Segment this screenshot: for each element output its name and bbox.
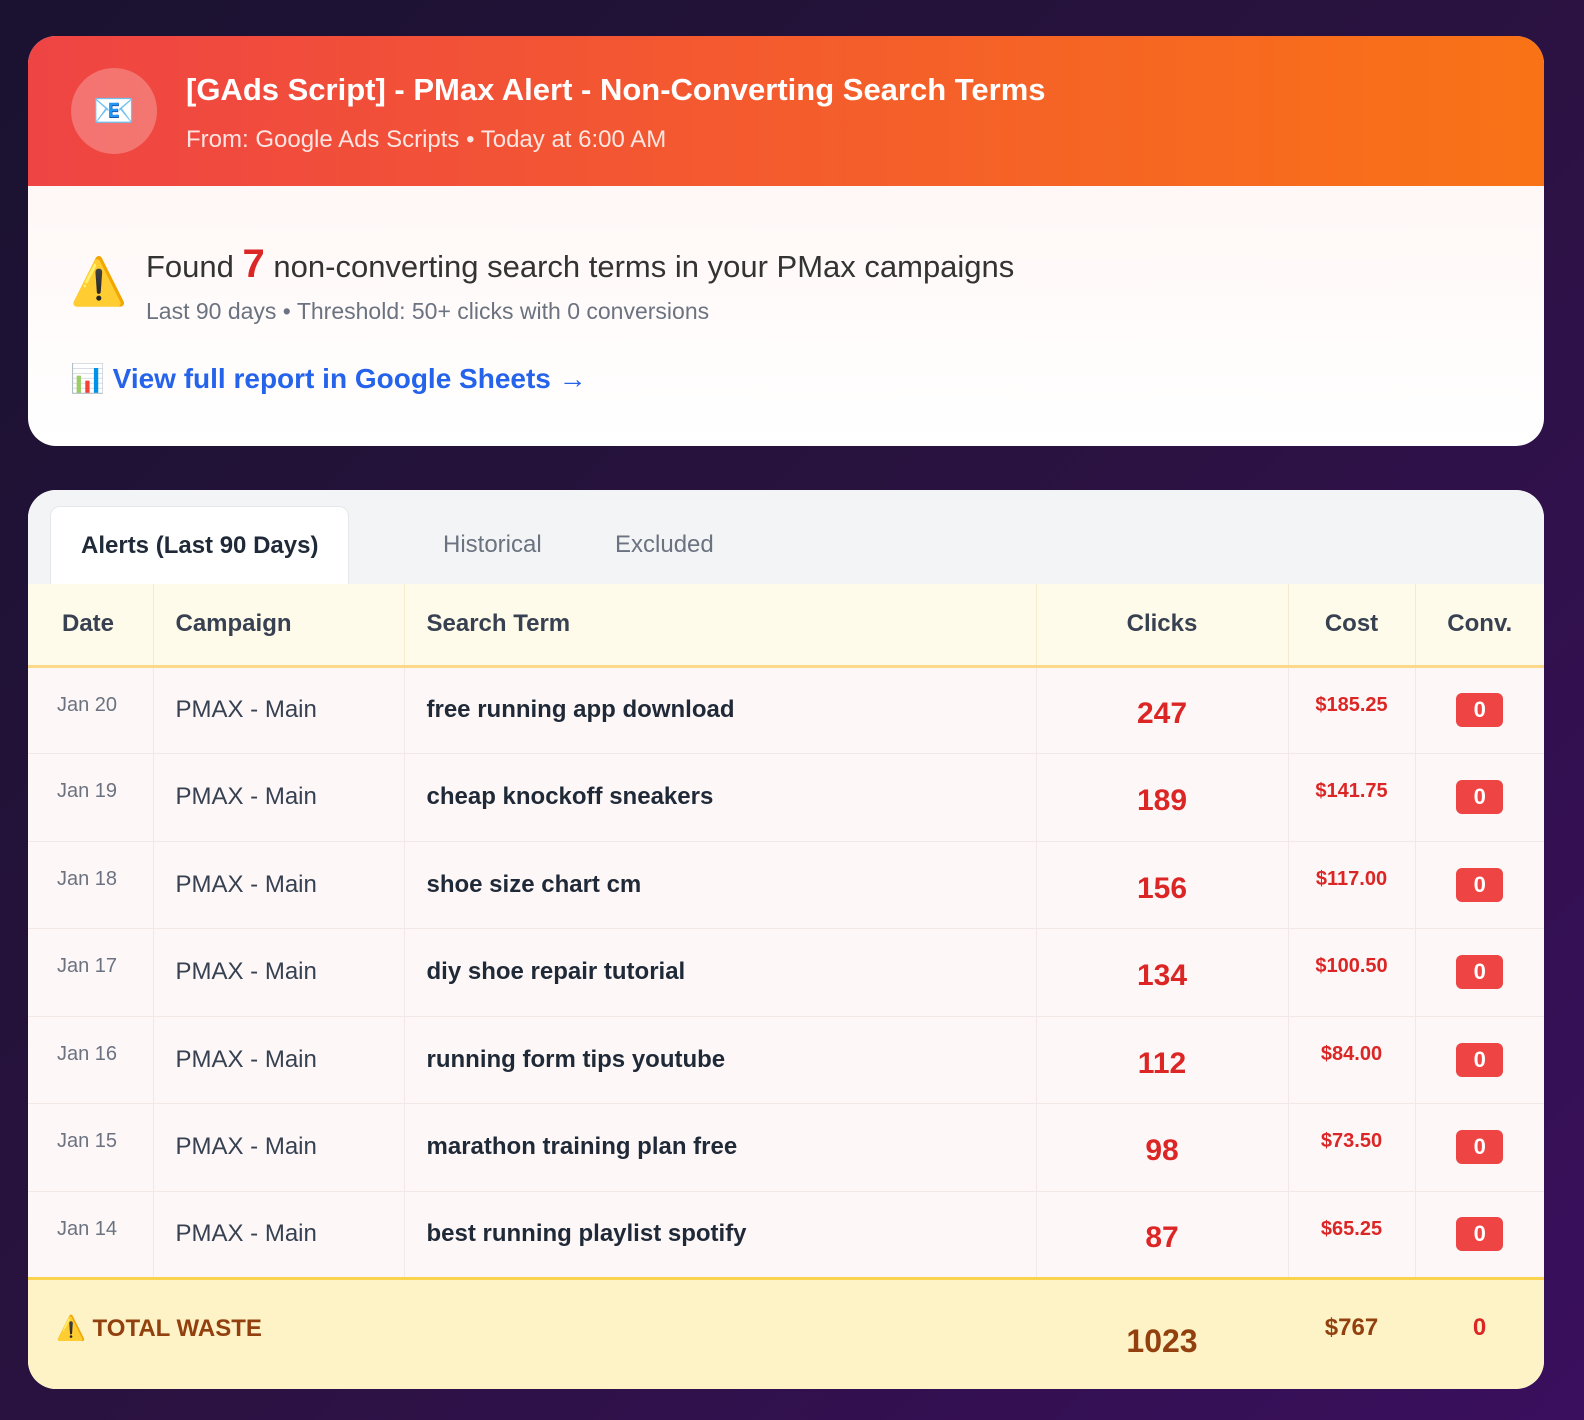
search-term-cell: best running playlist spotify [404,1191,1037,1279]
alerts-table-card: Alerts (Last 90 Days) Historical Exclude… [28,490,1544,1389]
search-term-cell: marathon training plan free [404,1103,1037,1192]
date-cell: Jan 19 [28,753,154,842]
found-prefix: Found [146,249,234,284]
cost-cell: $100.50 [1288,928,1416,1017]
search-terms-table: Date Campaign Search Term Clicks Cost Co… [28,584,1544,1389]
table-row[interactable]: Jan 14 PMAX - Main best running playlist s… [28,1191,1544,1279]
header-conv[interactable]: Conv. [1415,584,1544,668]
found-count: 7 [242,242,265,286]
campaign-cell: PMAX - Main [153,928,405,1017]
campaign-cell: PMAX - Main [153,1191,405,1279]
header-search-term[interactable]: Search Term [404,584,1037,668]
header-clicks[interactable]: Clicks [1036,584,1289,668]
tab-bar: Alerts (Last 90 Days) Historical Exclude… [28,490,1544,584]
search-term-cell: diy shoe repair tutorial [404,928,1037,1017]
table-row[interactable]: Jan 15 PMAX - Main marathon training plan … [28,1103,1544,1192]
clicks-cell: 189 [1036,753,1289,842]
search-term-cell: cheap knockoff sneakers [404,753,1037,842]
conv-badge: 0 [1456,1130,1504,1165]
cost-cell: $73.50 [1288,1103,1416,1192]
conv-cell: 0 [1415,666,1544,754]
tab-historical[interactable]: Historical [413,506,572,584]
conv-badge: 0 [1456,693,1504,728]
cost-cell: $117.00 [1288,841,1416,929]
found-suffix: non-converting search terms in your PMax… [273,249,1015,284]
campaign-cell: PMAX - Main [153,1016,405,1104]
search-term-cell: running form tips youtube [404,1016,1037,1104]
total-cost: $767 [1288,1277,1415,1389]
total-conv: 0 [1415,1277,1544,1389]
cost-cell: $141.75 [1288,753,1416,842]
alert-email-card: 📧 [GAds Script] - PMax Alert - Non-Conve… [28,36,1544,446]
table-row[interactable]: Jan 17 PMAX - Main diy shoe repair tutoria… [28,928,1544,1017]
conv-cell: 0 [1415,841,1544,929]
search-term-cell: shoe size chart cm [404,841,1037,929]
date-cell: Jan 16 [28,1016,154,1104]
conv-cell: 0 [1415,753,1544,842]
campaign-cell: PMAX - Main [153,753,405,842]
date-cell: Jan 14 [28,1191,154,1279]
summary-headline: Found 7 non-converting search terms in y… [146,242,1014,287]
clicks-cell: 247 [1036,666,1289,754]
clicks-cell: 112 [1036,1016,1289,1104]
clicks-cell: 98 [1036,1103,1289,1192]
email-subject: [GAds Script] - PMax Alert - Non-Convert… [186,72,1046,107]
view-report-link[interactable]: 📊 View full report in Google Sheets → [70,362,587,395]
search-term-cell: free running app download [404,666,1037,754]
tab-excluded[interactable]: Excluded [585,506,744,584]
total-row: ⚠️ TOTAL WASTE 1023 $767 0 [28,1277,1544,1389]
total-label: ⚠️ TOTAL WASTE [28,1277,1036,1389]
conv-badge: 0 [1456,1217,1504,1252]
header-campaign[interactable]: Campaign [153,584,405,668]
conv-cell: 0 [1415,1016,1544,1104]
campaign-cell: PMAX - Main [153,1103,405,1192]
table-row[interactable]: Jan 16 PMAX - Main running form tips youtu… [28,1016,1544,1104]
conv-badge: 0 [1456,780,1504,815]
cost-cell: $185.25 [1288,666,1416,754]
email-from: From: Google Ads Scripts • Today at 6:00… [186,126,667,153]
warning-icon: ⚠️ [70,255,128,307]
cost-cell: $84.00 [1288,1016,1416,1104]
date-cell: Jan 15 [28,1103,154,1192]
header-date[interactable]: Date [28,584,154,668]
envelope-icon: 📧 [71,68,157,154]
table-row[interactable]: Jan 19 PMAX - Main cheap knockoff sneakers… [28,753,1544,842]
cost-cell: $65.25 [1288,1191,1416,1279]
clicks-cell: 156 [1036,841,1289,929]
conv-badge: 0 [1456,867,1504,902]
clicks-cell: 134 [1036,928,1289,1017]
campaign-cell: PMAX - Main [153,666,405,754]
clicks-cell: 87 [1036,1191,1289,1279]
table-row[interactable]: Jan 20 PMAX - Main free running app downlo… [28,666,1544,754]
campaign-cell: PMAX - Main [153,841,405,929]
header-cost[interactable]: Cost [1288,584,1416,668]
conv-badge: 0 [1456,955,1504,990]
table-row[interactable]: Jan 18 PMAX - Main shoe size chart cm 156 $1… [28,841,1544,929]
conv-badge: 0 [1456,1042,1504,1077]
date-cell: Jan 20 [28,666,154,754]
date-cell: Jan 17 [28,928,154,1017]
conv-cell: 0 [1415,1103,1544,1192]
total-clicks: 1023 [1036,1277,1288,1389]
conv-cell: 0 [1415,1191,1544,1279]
date-cell: Jan 18 [28,841,154,929]
tab-alerts[interactable]: Alerts (Last 90 Days) [50,506,350,584]
email-header: 📧 [GAds Script] - PMax Alert - Non-Conve… [28,36,1544,186]
summary-subtitle: Last 90 days • Threshold: 50+ clicks wit… [146,298,710,324]
conv-cell: 0 [1415,928,1544,1017]
